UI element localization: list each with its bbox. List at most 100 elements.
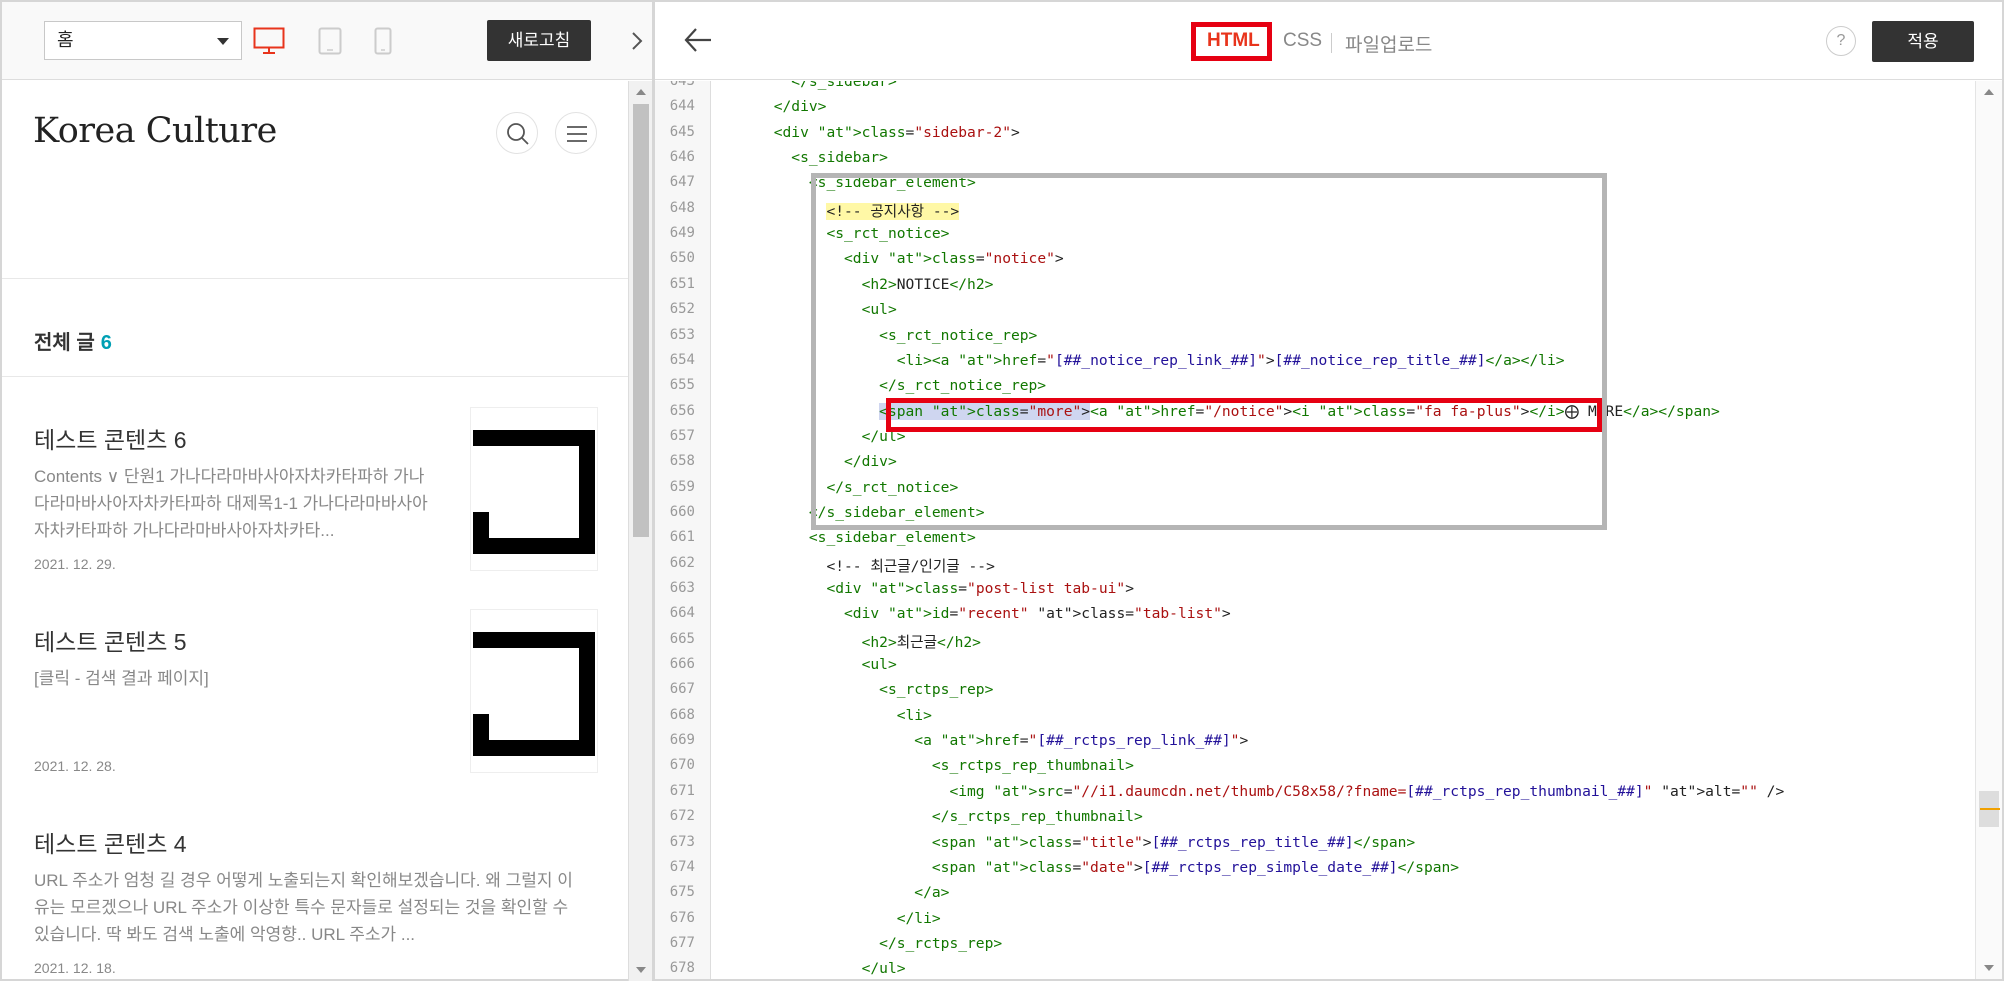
line-number: 644 [669,98,695,115]
post-title[interactable]: 테스트 콘텐츠 6 [34,421,187,455]
help-button[interactable]: ? [1826,26,1856,56]
preview-pane: 홈 새로고침 Korea Culture 전체 글 6 테스트 콘텐츠 6 Co… [0,0,652,981]
page-select[interactable]: 홈 [44,21,242,60]
code-line[interactable]: </s_rctps_rep> [721,935,1002,952]
blog-preview: Korea Culture 전체 글6 테스트 콘텐츠 6 Contents ∨… [2,81,628,981]
scroll-up-icon[interactable] [636,89,646,95]
line-number: 649 [669,225,695,242]
all-posts-count: 6 [100,332,112,354]
code-area[interactable]: 643 644 645 646 647 648 649 650 651 652 653 654 655 6… [655,81,1975,979]
refresh-button[interactable]: 새로고침 [487,20,591,61]
tab-css[interactable]: CSS [1283,30,1322,52]
more-link-highlight [886,398,1602,432]
preview-toolbar: 홈 새로고침 [2,2,652,80]
line-number: 672 [669,808,695,825]
line-number: 646 [669,149,695,166]
desktop-icon[interactable] [253,27,285,55]
line-number: 654 [669,351,695,368]
line-number: 675 [669,884,695,901]
code-line[interactable]: </s_sidebar> [721,81,896,90]
line-number: 653 [669,326,695,343]
code-line[interactable]: <div "at">class="sidebar-2"> [721,124,1020,141]
post-excerpt: URL 주소가 엄청 길 경우 어떻게 노출되는지 확인해보겠습니다. 왜 그럴… [34,871,573,944]
editor-scrollbar[interactable] [1975,81,2002,979]
post-date: 2021. 12. 28. [34,758,116,774]
menu-button[interactable] [555,112,597,154]
chevron-right-icon[interactable] [622,22,652,60]
post-excerpt: [클릭 - 검색 결과 페이지] [34,669,209,688]
header-divider [2,278,628,279]
line-number: 663 [669,580,695,596]
line-number: 645 [669,123,695,140]
line-number-gutter: 643 644 645 646 647 648 649 650 651 652 653 654 655 6… [655,81,711,979]
search-icon [507,123,529,145]
all-posts-heading[interactable]: 전체 글6 [34,326,112,355]
line-number: 664 [669,605,695,622]
post-title[interactable]: 테스트 콘텐츠 4 [34,825,187,859]
preview-scrollbar[interactable] [628,81,652,981]
apply-button[interactable]: 적용 [1872,21,1974,62]
line-number: 657 [669,427,695,444]
code-line[interactable]: <s_sidebar> [721,149,888,166]
code-line[interactable]: <h2>최근글</h2> [721,631,981,652]
line-number: 671 [669,782,695,799]
code-line[interactable]: <span "at">class="title">[##_rctps_rep_t… [721,834,1415,851]
line-number: 656 [669,402,695,419]
post-thumbnail[interactable] [470,609,598,773]
code-line[interactable]: </s_rctps_rep_thumbnail> [721,808,1143,825]
code-line[interactable]: <s_sidebar_element> [721,529,976,546]
blog-title[interactable]: Korea Culture [33,111,277,151]
code-line[interactable]: <ul> [721,656,897,673]
list-divider [2,376,628,377]
search-button[interactable] [496,112,538,154]
code-line[interactable]: </a> [721,884,949,901]
post-thumbnail[interactable] [470,407,598,571]
code-line[interactable]: </div> [721,98,827,115]
thumbnail-image [473,632,595,756]
code-editor-pane: HTML CSS 파일업로드 ? 적용 643 644 645 646 647 648 64… [653,0,2004,981]
code-line[interactable]: <img "at">src="//i1.daumcdn.net/thumb/C5… [721,783,1784,800]
line-number: 676 [669,909,695,926]
line-number: 667 [669,681,695,698]
code-line[interactable]: </ul> [721,960,906,977]
code-line[interactable]: <li> [721,707,932,724]
tablet-icon[interactable] [318,27,342,55]
line-number: 666 [669,656,695,673]
scroll-down-icon[interactable] [1984,965,1994,971]
post-date: 2021. 12. 18. [34,960,116,976]
line-number: 665 [669,630,695,647]
editor-toolbar: HTML CSS 파일업로드 ? 적용 [655,2,2002,80]
code-line[interactable]: <span "at">class="date">[##_rctps_rep_si… [721,859,1459,876]
post-title[interactable]: 테스트 콘텐츠 5 [34,623,187,657]
arrow-left-icon[interactable] [683,22,713,58]
code-line[interactable]: <s_rctps_rep> [721,681,993,698]
line-number: 647 [669,174,695,191]
code-line[interactable]: </li> [721,910,941,927]
hamburger-menu-icon [567,126,587,142]
mobile-icon[interactable] [374,27,392,55]
code-line[interactable]: <a "at">href="[##_rctps_rep_link_##]"> [721,732,1248,749]
post-date: 2021. 12. 29. [34,556,116,572]
line-number: 658 [669,453,695,470]
tab-file-upload[interactable]: 파일업로드 [1345,30,1432,57]
line-number: 669 [669,732,695,749]
code-line[interactable]: <s_rctps_rep_thumbnail> [721,757,1134,774]
line-number: 661 [669,529,695,546]
scrollbar-thumb[interactable] [633,104,649,537]
line-number: 655 [669,377,695,394]
scroll-down-icon[interactable] [636,967,646,973]
scrollbar-match-marker [1980,808,2000,810]
tab-html[interactable]: HTML [1207,30,1260,52]
code-line[interactable]: <div "at">id="recent" "at">class="tab-li… [721,605,1231,622]
code-line[interactable]: <!-- 최근글/인기글 --> [721,555,994,576]
line-number: 673 [669,833,695,850]
line-number: 648 [669,199,695,216]
scroll-up-icon[interactable] [1984,89,1994,95]
line-number: 677 [669,934,695,951]
all-posts-label: 전체 글 [34,332,95,354]
line-number: 643 [669,81,695,89]
code-line[interactable]: <div "at">class="post-list tab-ui"> [721,580,1134,597]
line-number: 660 [669,503,695,520]
line-number: 659 [669,478,695,495]
line-number: 670 [669,757,695,774]
